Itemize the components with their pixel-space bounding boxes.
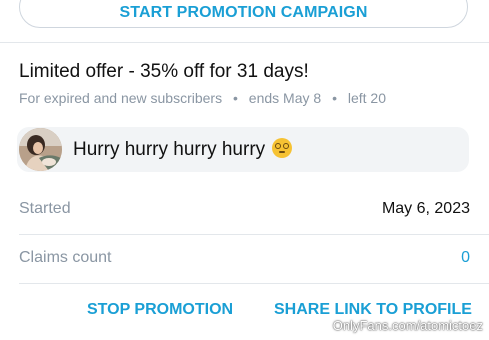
started-value: May 6, 2023 — [381, 200, 470, 217]
meta-separator: • — [332, 90, 337, 106]
row-divider — [19, 234, 489, 235]
dizzy-face-icon — [272, 138, 293, 158]
offer-title: Limited offer - 35% off for 31 days! — [19, 61, 309, 82]
started-label: Started — [19, 200, 71, 217]
share-link-to-profile-button[interactable]: SHARE LINK TO PROFILE — [274, 301, 472, 319]
stop-promotion-button[interactable]: STOP PROMOTION — [87, 301, 233, 319]
promotion-message: Hurry hurry hurry hurry — [73, 138, 293, 161]
meta-separator: • — [233, 90, 238, 106]
avatar-image — [19, 128, 62, 171]
row-divider — [19, 283, 489, 284]
claims-count-value[interactable]: 0 — [461, 249, 470, 267]
promotion-card: START PROMOTION CAMPAIGN Limited offer -… — [0, 0, 489, 340]
section-divider — [0, 42, 489, 43]
offer-audience: For expired and new subscribers — [19, 90, 223, 106]
offer-remaining: left 20 — [347, 90, 386, 106]
promotion-message-text: Hurry hurry hurry hurry — [73, 139, 266, 160]
offer-meta: For expired and new subscribers • ends M… — [19, 90, 386, 106]
avatar[interactable] — [19, 128, 62, 171]
emoji-eye — [275, 143, 282, 149]
start-promotion-campaign-label: START PROMOTION CAMPAIGN — [119, 4, 368, 21]
emoji-eye — [283, 143, 290, 149]
claims-count-label: Claims count — [19, 249, 112, 266]
emoji-mouth — [279, 151, 286, 153]
start-promotion-campaign-button[interactable]: START PROMOTION CAMPAIGN — [19, 0, 468, 28]
offer-end-date: ends May 8 — [248, 90, 322, 106]
watermark: OnlyFans.com/atomictoez — [332, 318, 483, 333]
